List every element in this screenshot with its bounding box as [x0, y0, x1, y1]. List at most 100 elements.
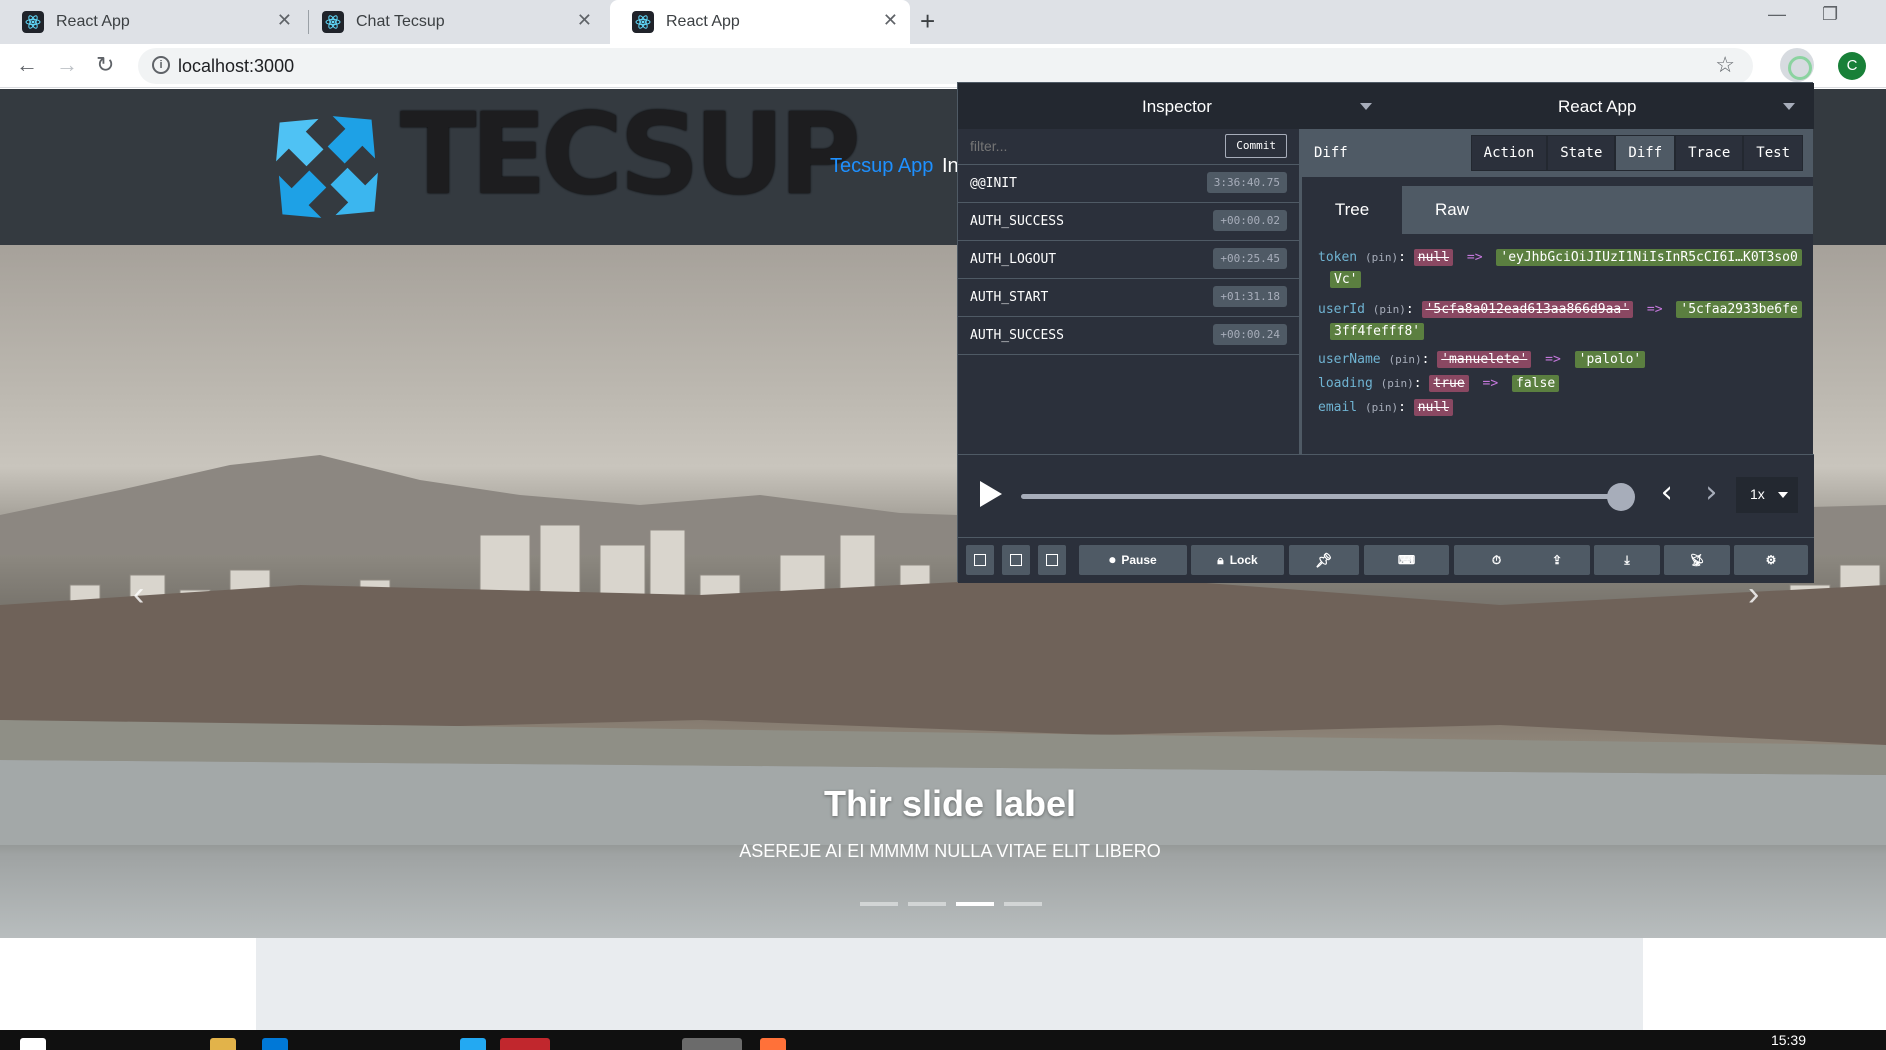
action-time: +00:00.02	[1213, 210, 1287, 231]
slider-thumb[interactable]	[1607, 483, 1635, 511]
import-button[interactable]: ⇪	[1524, 545, 1590, 575]
diff-row-continued: 3ff4fefff8'	[1318, 321, 1813, 343]
pin-label[interactable]: (pin)	[1373, 303, 1406, 316]
remote-button[interactable]: 📡︎	[1664, 545, 1730, 575]
diff-arrow: =>	[1646, 302, 1663, 317]
pin-icon: 📌︎	[1315, 551, 1333, 568]
dock-bottom-button[interactable]	[1038, 545, 1066, 575]
carousel-indicator[interactable]	[1004, 902, 1042, 906]
instance-select[interactable]: React App	[1558, 97, 1636, 117]
tab-trace[interactable]: Trace	[1675, 135, 1744, 171]
tab-tree[interactable]: Tree	[1302, 186, 1402, 234]
vscode-icon[interactable]	[460, 1038, 486, 1050]
close-tab-icon[interactable]: ✕	[883, 10, 898, 31]
state-diff: token (pin): null => 'eyJhbGciOiJIUzI1Ni…	[1318, 247, 1813, 419]
brand-link[interactable]: Tecsup App	[830, 155, 933, 178]
step-back-icon[interactable]: ‹	[1658, 475, 1676, 510]
instance-dropdown-icon[interactable]	[1783, 103, 1795, 110]
diff-old-value: 'manuelete'	[1437, 351, 1532, 368]
export-button[interactable]: ⤓	[1594, 545, 1660, 575]
react-favicon-icon	[632, 11, 654, 33]
carousel-indicator-active[interactable]	[956, 902, 994, 906]
play-icon[interactable]	[980, 481, 1002, 507]
edge-icon[interactable]	[262, 1038, 288, 1050]
commit-button[interactable]: Commit	[1225, 134, 1287, 158]
tab-raw[interactable]: Raw	[1402, 186, 1502, 234]
tecsup-logo-icon[interactable]	[255, 97, 400, 237]
action-item[interactable]: @@INIT 3:36:40.75	[958, 165, 1299, 203]
pin-label[interactable]: (pin)	[1388, 353, 1421, 366]
monitor-select[interactable]: Inspector	[1142, 97, 1212, 117]
settings-button[interactable]: ⚙	[1734, 545, 1808, 575]
pin-label[interactable]: (pin)	[1365, 401, 1398, 414]
slider-track[interactable]	[1021, 483, 1635, 511]
action-list: Commit @@INIT 3:36:40.75 AUTH_SUCCESS +0…	[958, 129, 1302, 454]
carousel-indicator[interactable]	[908, 902, 946, 906]
carousel-prev-icon[interactable]: ‹	[133, 575, 144, 614]
restore-icon[interactable]: ❐	[1822, 4, 1838, 25]
chrome-icon[interactable]	[682, 1038, 742, 1050]
pin-label[interactable]: (pin)	[1381, 377, 1414, 390]
action-item-selected[interactable]: AUTH_SUCCESS +00:00.24	[958, 317, 1299, 355]
monitor-dropdown-icon[interactable]	[1360, 103, 1372, 110]
logo-wordmark: TECSUP	[400, 90, 861, 220]
diff-key[interactable]: token	[1318, 250, 1357, 265]
diff-row: email (pin): null	[1318, 397, 1813, 419]
diff-key[interactable]: loading	[1318, 376, 1373, 391]
persist-button[interactable]: 📌︎	[1289, 545, 1359, 575]
tab-action[interactable]: Action	[1470, 135, 1548, 171]
forward-icon[interactable]: →	[56, 52, 78, 78]
reload-icon[interactable]: ↻	[96, 52, 114, 78]
action-time: 3:36:40.75	[1206, 172, 1287, 193]
site-info-icon[interactable]: i	[152, 56, 170, 74]
download-icon: ⤓	[1624, 552, 1630, 567]
firefox-icon[interactable]	[760, 1038, 786, 1050]
browser-tab[interactable]: React App ✕	[0, 0, 304, 44]
url-text[interactable]: localhost:3000	[178, 56, 294, 77]
pin-label[interactable]: (pin)	[1365, 251, 1398, 264]
lock-button[interactable]: 🔒︎ Lock	[1191, 545, 1284, 575]
clock-time[interactable]: 15:39	[1771, 1032, 1806, 1048]
diff-key[interactable]: userName	[1318, 352, 1381, 367]
dock-right-button[interactable]	[1002, 545, 1030, 575]
diff-key[interactable]: email	[1318, 400, 1357, 415]
address-bar[interactable]: i localhost:3000 ☆	[138, 48, 1753, 84]
dock-left-button[interactable]	[966, 545, 994, 575]
file-explorer-icon[interactable]	[210, 1038, 236, 1050]
filter-input[interactable]	[970, 138, 1151, 154]
carousel-indicator[interactable]	[860, 902, 898, 906]
diff-new-value-continued: Vc'	[1330, 271, 1362, 288]
new-tab-button[interactable]: +	[920, 6, 935, 37]
close-tab-icon[interactable]: ✕	[577, 10, 592, 31]
pause-icon: ⏺	[1109, 552, 1116, 567]
action-item[interactable]: AUTH_SUCCESS +00:00.02	[958, 203, 1299, 241]
tab-state[interactable]: State	[1547, 135, 1616, 171]
diff-old-value: '5cfa8a012ead613aa866d9aa'	[1421, 301, 1634, 318]
minimize-icon[interactable]: —	[1768, 4, 1786, 25]
action-item[interactable]: AUTH_LOGOUT +00:25.45	[958, 241, 1299, 279]
tab-title: React App	[56, 13, 130, 30]
close-tab-icon[interactable]: ✕	[277, 10, 292, 31]
browser-tab[interactable]: Chat Tecsup ✕	[300, 0, 604, 44]
diff-arrow: =>	[1545, 352, 1561, 367]
speed-select[interactable]: 1x	[1736, 477, 1798, 513]
tab-test[interactable]: Test	[1743, 135, 1803, 171]
action-item[interactable]: AUTH_START +01:31.18	[958, 279, 1299, 317]
lock-label: Lock	[1229, 553, 1258, 567]
bookmark-star-icon[interactable]: ☆	[1715, 52, 1735, 78]
app-icon[interactable]	[500, 1038, 550, 1050]
step-forward-icon[interactable]: ›	[1702, 475, 1720, 510]
back-icon[interactable]: ←	[16, 52, 38, 78]
dispatcher-button[interactable]: ⌨	[1364, 545, 1449, 575]
chevron-down-icon	[1778, 492, 1788, 498]
browser-tab-active[interactable]: React App ✕	[610, 0, 910, 44]
diff-arrow: =>	[1466, 250, 1483, 265]
start-icon[interactable]	[20, 1038, 46, 1050]
content-section	[256, 938, 1643, 1030]
redux-devtools-extension-icon[interactable]	[1780, 48, 1814, 82]
dock-left-icon	[974, 554, 986, 566]
tab-diff[interactable]: Diff	[1615, 135, 1676, 171]
profile-avatar[interactable]: C	[1838, 52, 1866, 80]
diff-key[interactable]: userId	[1318, 302, 1365, 317]
pause-button[interactable]: ⏺ Pause	[1079, 545, 1187, 575]
